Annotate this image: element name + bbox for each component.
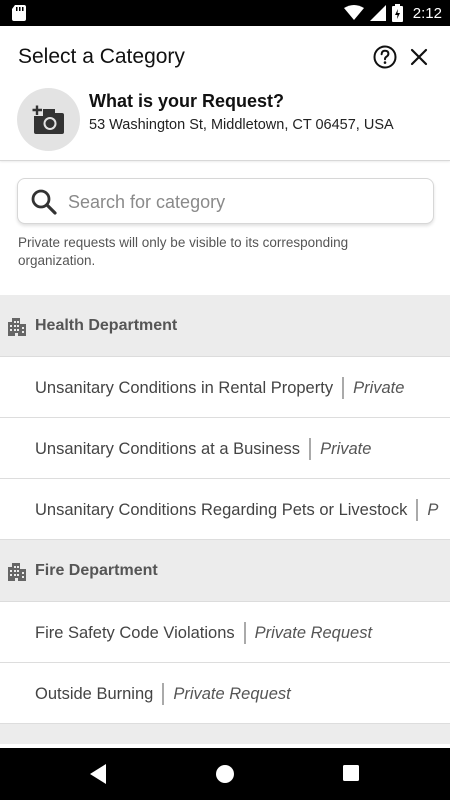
category-row[interactable]: Outside Burning Private Request bbox=[0, 663, 450, 724]
category-label: Outside Burning bbox=[35, 684, 154, 703]
close-icon[interactable] bbox=[406, 44, 432, 70]
privacy-tag: Private Request bbox=[173, 684, 291, 703]
category-label: Unsanitary Conditions at a Business bbox=[35, 439, 301, 458]
navigation-bar bbox=[0, 748, 450, 800]
status-time: 2:12 bbox=[412, 4, 442, 22]
status-bar: 2:12 bbox=[0, 0, 450, 26]
search-box[interactable] bbox=[17, 178, 434, 224]
privacy-tag: Private Request bbox=[254, 623, 373, 642]
category-row[interactable]: Unsanitary Conditions at a Business Priv… bbox=[0, 418, 450, 479]
request-address[interactable]: 53 Washington St, Middletown, CT 06457, … bbox=[89, 117, 394, 133]
category-label: Fire Safety Code Violations bbox=[35, 623, 235, 642]
sd-card-icon bbox=[12, 5, 26, 21]
category-label: Unsanitary Conditions in Rental Property bbox=[35, 378, 334, 397]
divider bbox=[162, 683, 165, 705]
divider bbox=[342, 377, 345, 399]
category-row[interactable]: Fire Safety Code Violations Private Requ… bbox=[0, 602, 450, 663]
header: Select a Category What is your Request? … bbox=[0, 26, 450, 161]
category-row[interactable]: Unsanitary Conditions Regarding Pets or … bbox=[0, 479, 450, 540]
wifi-icon bbox=[343, 5, 364, 20]
next-department-header-partial bbox=[0, 724, 450, 744]
department-name: Fire Department bbox=[35, 562, 158, 579]
category-label: Unsanitary Conditions Regarding Pets or … bbox=[35, 500, 408, 519]
department-name: Health Department bbox=[35, 317, 178, 334]
search-input[interactable] bbox=[66, 188, 425, 216]
building-icon bbox=[8, 563, 26, 581]
building-icon bbox=[8, 318, 26, 336]
category-row[interactable]: Unsanitary Conditions in Rental Property… bbox=[0, 357, 450, 418]
divider bbox=[243, 622, 246, 644]
signal-icon bbox=[369, 5, 386, 21]
back-icon[interactable] bbox=[88, 763, 108, 785]
request-title: What is your Request? bbox=[89, 91, 285, 111]
privacy-tag: Private bbox=[353, 378, 405, 397]
add-photo-button[interactable] bbox=[17, 88, 80, 151]
divider bbox=[416, 499, 419, 521]
category-list[interactable]: Health Department Unsanitary Conditions … bbox=[0, 295, 450, 748]
battery-icon bbox=[391, 4, 403, 22]
privacy-tag: P bbox=[427, 500, 439, 519]
privacy-tag: Private bbox=[320, 439, 372, 458]
private-note: Private requests will only be visible to… bbox=[18, 235, 349, 268]
add-photo-icon bbox=[31, 104, 64, 134]
divider bbox=[309, 438, 312, 460]
department-header-fire: Fire Department bbox=[0, 540, 450, 602]
help-circle-icon[interactable] bbox=[372, 44, 398, 70]
search-icon bbox=[31, 189, 57, 215]
page-title: Select a Category bbox=[18, 45, 185, 68]
home-icon[interactable] bbox=[215, 764, 235, 784]
recents-icon[interactable] bbox=[342, 764, 360, 782]
department-header-health: Health Department bbox=[0, 295, 450, 357]
